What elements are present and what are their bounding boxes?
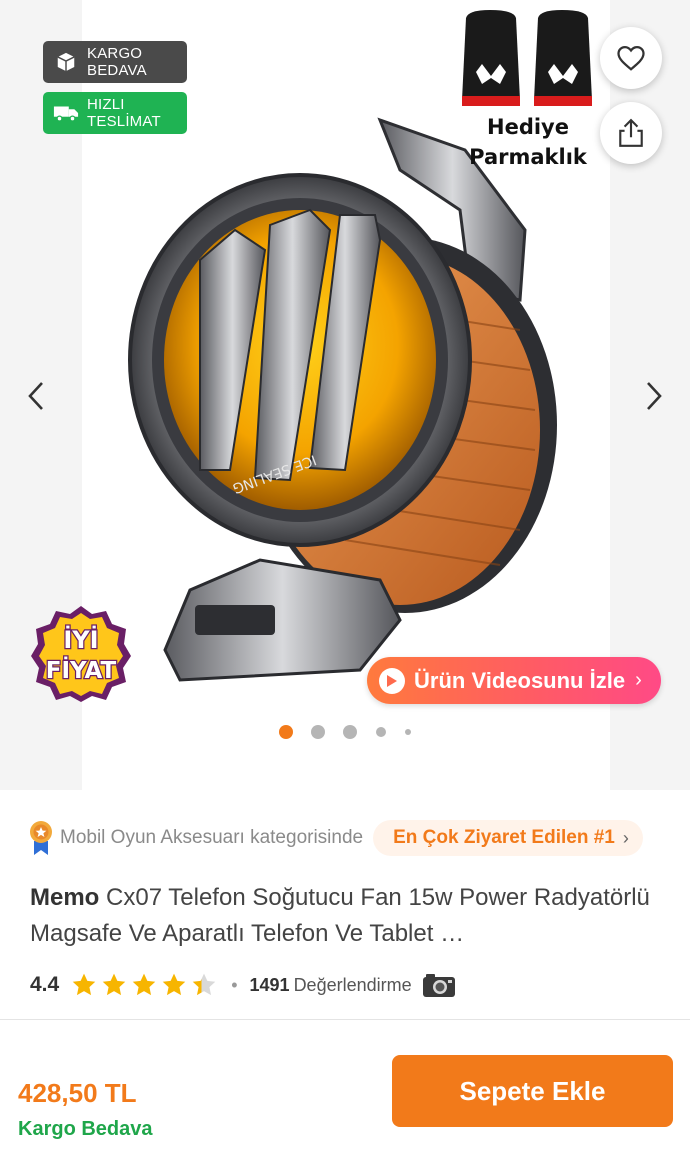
gift-line: Hediye <box>487 115 569 139</box>
review-label: Değerlendirme <box>293 974 412 995</box>
separator-dot: • <box>231 974 238 995</box>
rating-row[interactable]: 4.4 • 1491 Değerlendirme <box>30 968 670 1002</box>
share-button[interactable] <box>600 102 662 164</box>
star-icon <box>192 973 216 996</box>
chevron-right-icon: › <box>622 827 629 848</box>
most-visited-rank-pill[interactable]: En Çok Ziyaret Edilen #1 › <box>373 820 643 856</box>
share-icon <box>619 118 643 147</box>
gallery-dot[interactable] <box>376 727 386 737</box>
product-gallery[interactable]: ICE SEALING KARGO BEDAVA HIZLI TESLİMAT <box>0 0 690 790</box>
rating-value: 4.4 <box>30 973 60 996</box>
camera-icon <box>422 974 455 997</box>
finger-sleeves-image <box>462 10 592 106</box>
good-price-line: FİYAT <box>46 656 117 684</box>
gallery-dot[interactable] <box>343 725 357 739</box>
product-name: Cx07 Telefon Soğutucu Fan 15w Power Rady… <box>30 884 650 947</box>
gift-text: Hediye Parmaklık <box>458 112 598 172</box>
price: 428,50 TL <box>18 1078 137 1108</box>
play-icon <box>379 667 405 694</box>
medal-icon <box>30 821 52 855</box>
category-text: Mobil Oyun Aksesuarı kategorisinde <box>60 827 364 848</box>
star-icon <box>162 973 186 996</box>
fast-delivery-badge-label: HIZLI TESLİMAT <box>87 96 161 130</box>
star-icon <box>132 973 156 996</box>
category-rank-row[interactable]: Mobil Oyun Aksesuarı kategorisinde En Ço… <box>28 818 668 858</box>
package-icon <box>53 49 79 75</box>
gallery-dot[interactable] <box>311 725 325 739</box>
free-shipping-label: Kargo Bedava <box>18 1118 153 1140</box>
add-to-cart-label: Sepete Ekle <box>459 1075 606 1106</box>
star-icon <box>72 973 96 996</box>
previous-image-button[interactable] <box>18 376 54 416</box>
add-to-cart-button[interactable]: Sepete Ekle <box>392 1055 673 1127</box>
star-icon <box>102 973 126 996</box>
gallery-dot[interactable] <box>405 729 411 735</box>
badge-line: HIZLI <box>87 96 125 113</box>
gallery-pagination <box>0 724 690 740</box>
gift-line: Parmaklık <box>469 145 587 169</box>
free-shipping-badge-label: KARGO BEDAVA <box>87 45 147 79</box>
badge-line: BEDAVA <box>87 62 147 79</box>
truck-icon <box>53 100 79 126</box>
favorite-button[interactable] <box>600 27 662 89</box>
badge-line: TESLİMAT <box>87 113 161 130</box>
rank-label: En Çok Ziyaret Edilen #1 <box>393 827 615 848</box>
fast-delivery-badge: HIZLI TESLİMAT <box>43 92 187 134</box>
watch-video-label: Ürün Videosunu İzle <box>414 667 626 693</box>
good-price-sticker: İYİ FİYAT <box>31 606 131 702</box>
product-brand[interactable]: Memo <box>30 884 99 911</box>
chevron-left-icon <box>28 382 43 410</box>
product-title: Memo Cx07 Telefon Soğutucu Fan 15w Power… <box>30 880 660 952</box>
next-image-button[interactable] <box>636 376 672 416</box>
free-shipping-badge: KARGO BEDAVA <box>43 41 187 83</box>
heart-icon <box>617 45 645 71</box>
review-count: 1491 <box>249 974 290 995</box>
watch-video-button[interactable]: Ürün Videosunu İzle › <box>367 657 661 704</box>
chevron-right-icon: › <box>635 669 642 691</box>
badge-line: KARGO <box>87 45 143 62</box>
gallery-dot-active[interactable] <box>279 725 293 739</box>
good-price-line: İYİ <box>63 625 98 654</box>
chevron-right-icon <box>647 382 662 410</box>
rating-stars <box>71 972 221 998</box>
